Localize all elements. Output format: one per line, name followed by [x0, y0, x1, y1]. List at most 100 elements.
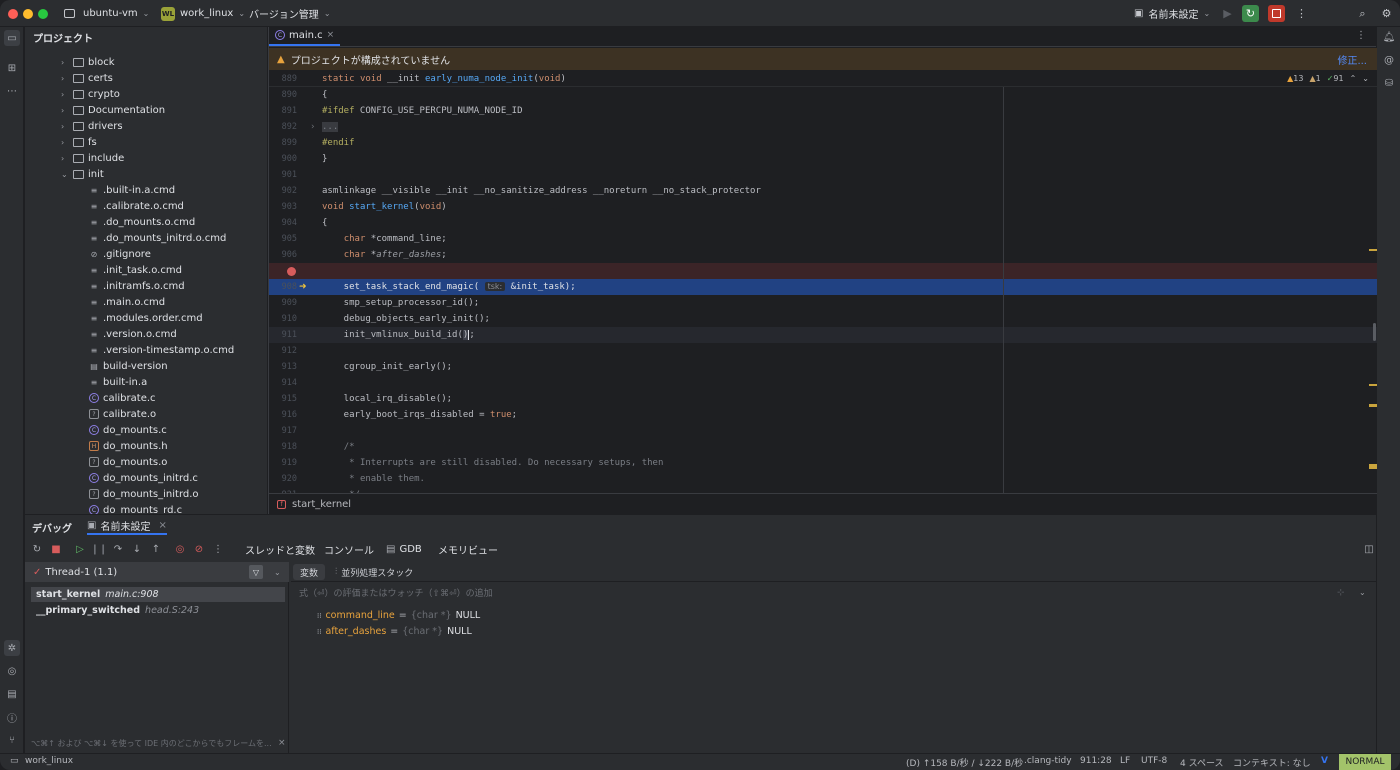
structure-tool-icon[interactable]: ⊞ — [4, 60, 20, 76]
thread-selector[interactable]: ✓ Thread-1 (1.1) ▽ ⌄ — [25, 562, 289, 582]
breakpoint-icon[interactable] — [287, 266, 296, 276]
status-line-ending[interactable]: LF — [1120, 756, 1130, 766]
rerun-debug-icon[interactable]: ↻ — [1242, 5, 1259, 22]
line-number[interactable]: 902 — [269, 186, 297, 196]
stack-frame[interactable]: start_kernel main.c:908 — [31, 587, 285, 602]
tree-file[interactable]: ? do_mounts.o — [89, 454, 167, 470]
fix-link[interactable]: 修正... — [1337, 52, 1367, 67]
rerun-icon[interactable]: ↻ — [30, 542, 44, 556]
tree-file[interactable]: ≡ built-in.a — [89, 374, 148, 390]
debug-session-tab[interactable]: ▣ 名前未設定 × — [87, 519, 167, 535]
tree-file[interactable]: Ccalibrate.c — [89, 390, 156, 406]
chevron-down-icon[interactable]: ⌄ — [61, 170, 69, 179]
chevron-right-icon[interactable]: › — [61, 58, 69, 67]
next-highlight-icon[interactable]: ⌄ — [1362, 74, 1369, 83]
tree-file[interactable]: Cdo_mounts.c — [89, 422, 167, 438]
database-icon[interactable]: ⛁ — [1382, 76, 1396, 90]
tree-file[interactable]: ≡ .version-timestamp.o.cmd — [89, 342, 235, 358]
tree-folder[interactable]: › fs — [61, 134, 97, 150]
tree-file[interactable]: ≡ .calibrate.o.cmd — [89, 198, 184, 214]
notifications-icon[interactable]: 🔔︎ — [1382, 30, 1396, 44]
line-number[interactable]: 905 — [269, 234, 297, 244]
project-tool-icon[interactable]: ▭ — [4, 30, 20, 46]
fold-expand-icon[interactable]: › — [311, 122, 315, 132]
tree-file[interactable]: Hdo_mounts.h — [89, 438, 168, 454]
tree-file[interactable]: ≡ .initramfs.o.cmd — [89, 278, 185, 294]
line-number[interactable]: 913 — [269, 362, 297, 372]
prev-highlight-icon[interactable]: ⌃ — [1350, 74, 1357, 83]
variable-row[interactable]: ⁞⁞ command_line = {char *} NULL — [317, 608, 480, 623]
line-number[interactable]: 917 — [269, 426, 297, 436]
step-out-icon[interactable]: ↑ — [149, 542, 163, 556]
filter-icon[interactable]: ▽ — [249, 565, 263, 579]
line-number[interactable]: 901 — [269, 170, 297, 180]
line-number[interactable]: 914 — [269, 378, 297, 388]
scrollbar-thumb[interactable] — [1373, 323, 1376, 341]
run-config-selector[interactable]: ▣ 名前未設定 ⌄ — [1134, 0, 1210, 27]
tree-file[interactable]: ≡ .init_task.o.cmd — [89, 262, 182, 278]
line-number[interactable]: 920 — [269, 474, 297, 484]
line-number[interactable]: 911 — [269, 330, 297, 340]
line-number[interactable]: 912 — [269, 346, 297, 356]
vm-selector[interactable]: ubuntu-vm ⌄ — [64, 0, 149, 27]
debug-more-icon[interactable]: ⋮ — [211, 542, 225, 556]
tree-folder[interactable]: › Documentation — [61, 102, 165, 118]
more-tools-icon[interactable]: ⋯ — [4, 83, 20, 99]
chevron-right-icon[interactable]: › — [61, 122, 69, 131]
services-tool-icon[interactable]: ◎ — [4, 663, 20, 679]
tree-file[interactable]: ? do_mounts_initrd.o — [89, 486, 199, 502]
line-number[interactable]: 919 — [269, 458, 297, 468]
zoom-window-button[interactable] — [38, 9, 48, 19]
chevron-right-icon[interactable]: › — [61, 106, 69, 115]
evaluate-expression-field[interactable]: 式（⏎）の評価またはウォッチ（⇧⌘⏎）の追加 ⊹ ⌄ — [291, 583, 1376, 602]
status-project[interactable]: work_linux — [25, 756, 73, 766]
tab-gdb[interactable]: ▤ GDB — [386, 542, 422, 556]
tree-file[interactable]: ≡ .built-in.a.cmd — [89, 182, 176, 198]
line-number[interactable]: 909 — [269, 298, 297, 308]
minimize-window-button[interactable] — [23, 9, 33, 19]
tab-console[interactable]: コンソール — [324, 542, 374, 557]
ai-assistant-icon[interactable]: @ — [1382, 53, 1396, 67]
tree-file[interactable]: ≡ .do_mounts.o.cmd — [89, 214, 196, 230]
mute-breakpoints-icon[interactable]: ⊘ — [192, 542, 206, 556]
breadcrumb-function[interactable]: start_kernel — [292, 499, 351, 510]
chevron-down-icon[interactable]: ⌄ — [1359, 588, 1366, 597]
view-breakpoints-icon[interactable]: ◎ — [173, 542, 187, 556]
tree-file[interactable]: ▤ build-version — [89, 358, 167, 374]
problems-tool-icon[interactable]: ⓘ — [4, 709, 20, 725]
vcs-menu[interactable]: バージョン管理 ⌄ — [249, 0, 331, 27]
resume-icon[interactable]: ▷ — [73, 542, 87, 556]
inspection-widget[interactable]: ▲13 ▲1 ✓91 ⌃ ⌄ — [1287, 74, 1369, 83]
ide-vim-icon[interactable]: V — [1321, 756, 1328, 766]
tree-folder[interactable]: › crypto — [61, 86, 120, 102]
line-number[interactable]: 903 — [269, 202, 297, 212]
tab-threads-variables[interactable]: スレッドと変数 — [245, 542, 315, 557]
editor-more-icon[interactable]: ⋮ — [1356, 30, 1366, 41]
more-actions-icon[interactable]: ⋮ — [1293, 5, 1310, 22]
close-window-button[interactable] — [8, 9, 18, 19]
chevron-right-icon[interactable]: › — [61, 90, 69, 99]
layout-settings-icon[interactable]: ◫ — [1362, 542, 1376, 556]
tree-file[interactable]: ≡ .version.o.cmd — [89, 326, 177, 342]
chevron-right-icon[interactable]: › — [61, 138, 69, 147]
chevron-down-icon[interactable]: ⌄ — [274, 568, 281, 577]
tree-file[interactable]: ≡ .main.o.cmd — [89, 294, 165, 310]
line-number[interactable]: 916 — [269, 410, 297, 420]
line-number[interactable]: 908 — [269, 282, 297, 292]
tree-file[interactable]: ? calibrate.o — [89, 406, 156, 422]
chevron-right-icon[interactable]: › — [61, 154, 69, 163]
stop-debug-icon[interactable]: ■ — [49, 542, 63, 556]
tree-folder[interactable]: › block — [61, 54, 115, 70]
tree-folder[interactable]: › drivers — [61, 118, 123, 134]
code-area[interactable]: 889 static void __init early_numa_node_i… — [269, 71, 1377, 493]
tree-file[interactable]: ⊘ .gitignore — [89, 246, 151, 262]
tree-file[interactable]: ≡ .do_mounts_initrd.o.cmd — [89, 230, 227, 246]
settings-gear-icon[interactable]: ⚙ — [1378, 5, 1395, 22]
status-position[interactable]: 911:28 — [1080, 756, 1112, 766]
chevron-right-icon[interactable]: › — [61, 74, 69, 83]
terminal-tool-icon[interactable]: ▤ — [4, 686, 20, 702]
run-icon[interactable]: ▶ — [1219, 5, 1236, 22]
add-watch-icon[interactable]: ⊹ — [1337, 588, 1345, 598]
line-number[interactable]: 915 — [269, 394, 297, 404]
variable-row[interactable]: ⁞⁞ after_dashes = {char *} NULL — [317, 624, 472, 639]
